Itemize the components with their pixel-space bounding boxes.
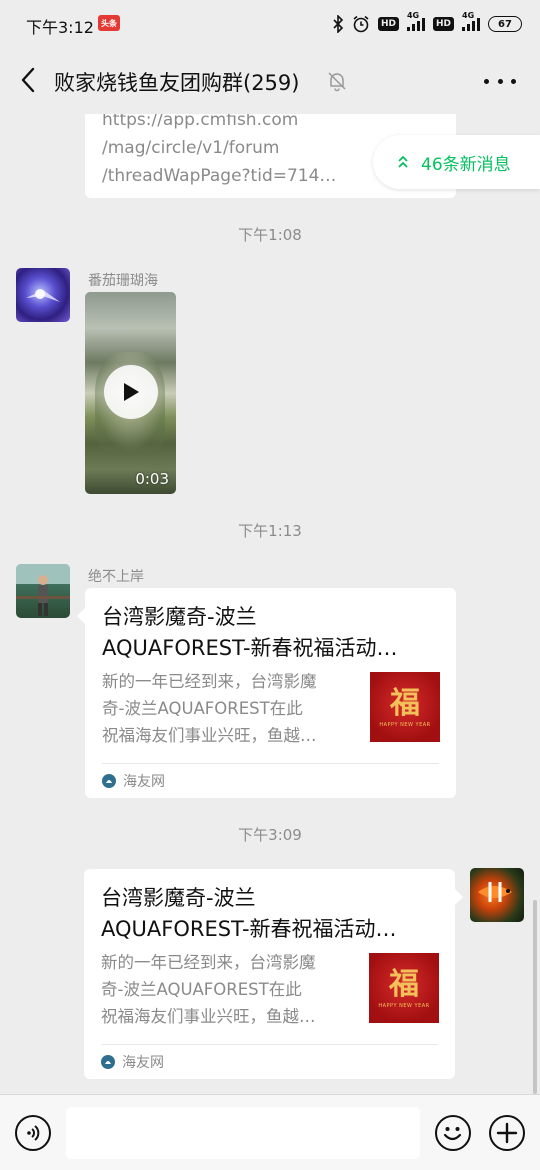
card-description: 新的一年已经到来，台湾影魔 奇-波兰AQUAFOREST在此 祝福海友们事业兴旺… (101, 953, 316, 1026)
divider (102, 763, 439, 764)
link-text: https://app.cmfish.com /mag/circle/v1/fo… (102, 114, 337, 186)
thumbnail-subtext: HAPPY NEW YEAR (379, 722, 431, 728)
voice-input-button[interactable] (15, 1115, 51, 1151)
back-arrow-icon (21, 67, 35, 93)
source-name: 海友网 (123, 774, 165, 790)
message-input[interactable] (66, 1107, 420, 1159)
avatar[interactable] (16, 564, 70, 618)
more-options-button[interactable] (484, 70, 516, 92)
dot (497, 78, 503, 84)
thumbnail-subtext: HAPPY NEW YEAR (378, 1003, 430, 1009)
alarm-icon (352, 15, 370, 33)
status-time: 下午3:12 (26, 18, 94, 37)
avatar[interactable] (470, 868, 524, 922)
emoji-button[interactable] (435, 1115, 471, 1151)
source-logo-icon (101, 1055, 115, 1069)
thumbnail-text: 福 (390, 686, 420, 721)
voice-wave-icon (27, 1125, 40, 1141)
chat-message-list[interactable]: https://app.cmfish.com /mag/circle/v1/fo… (0, 114, 540, 1094)
more-functions-button[interactable] (489, 1115, 525, 1151)
sender-name: 番茄珊瑚海 (88, 273, 158, 289)
battery-icon: 67 (488, 16, 522, 32)
chat-header: 败家烧钱鱼友团购群(259) (0, 48, 540, 114)
new-messages-button[interactable]: 46条新消息 (373, 135, 540, 189)
signal-icon-2: 4G (462, 11, 480, 31)
article-card[interactable]: 台湾影魔奇-波兰 AQUAFOREST-新春祝福活动… 新的一年已经到来，台湾影… (77, 588, 456, 798)
card-thumbnail: 福 HAPPY NEW YEAR (370, 672, 440, 742)
back-button[interactable] (14, 66, 42, 94)
bubble-tail (77, 608, 85, 624)
card-title: 台湾影魔奇-波兰 AQUAFOREST-新春祝福活动… (102, 605, 398, 660)
avatar[interactable] (16, 268, 70, 322)
card-source: 海友网 (102, 771, 165, 791)
hd-icon-2: HD (432, 17, 454, 31)
chat-title: 败家烧钱鱼友团购群(259) (54, 71, 300, 95)
app-notification-badge: 头条 (98, 15, 120, 31)
source-name: 海友网 (122, 1055, 164, 1071)
status-bar: 下午3:12 头条 HD 4G HD 4G 67 (0, 0, 540, 48)
card-thumbnail: 福 HAPPY NEW YEAR (369, 953, 439, 1023)
thumbnail-text: 福 (389, 967, 419, 1002)
status-icons: HD 4G HD 4G 67 (332, 11, 522, 36)
source-logo-icon (102, 774, 116, 788)
network-type: 4G (406, 11, 420, 20)
plus-icon (496, 1122, 518, 1144)
mute-bell-icon (326, 70, 348, 92)
hd-icon: HD (377, 17, 399, 31)
signal-icon: 4G (406, 11, 425, 31)
bubble-tail (455, 889, 463, 905)
new-messages-label: 46条新消息 (421, 154, 511, 175)
time-divider: 下午3:09 (238, 826, 302, 844)
dot (484, 78, 489, 84)
card-source: 海友网 (101, 1052, 164, 1072)
input-bar (0, 1094, 540, 1170)
time-divider: 下午1:13 (238, 522, 302, 540)
network-type-2: 4G (462, 11, 475, 20)
article-card[interactable]: 台湾影魔奇-波兰 AQUAFOREST-新春祝福活动… 新的一年已经到来，台湾影… (84, 869, 463, 1079)
divider (101, 1044, 438, 1045)
video-duration: 0:03 (135, 470, 169, 488)
card-description: 新的一年已经到来，台湾影魔 奇-波兰AQUAFOREST在此 祝福海友们事业兴旺… (102, 672, 317, 745)
scrollbar[interactable] (533, 900, 537, 1094)
smiley-icon (443, 1127, 462, 1141)
time-divider: 下午1:08 (238, 226, 302, 244)
bluetooth-icon (332, 15, 344, 33)
play-button[interactable] (104, 365, 158, 419)
dot (511, 78, 516, 84)
card-title: 台湾影魔奇-波兰 AQUAFOREST-新春祝福活动… (101, 886, 397, 941)
video-message[interactable]: 0:03 (85, 292, 176, 494)
sender-name: 绝不上岸 (88, 569, 144, 585)
double-chevron-up-icon (397, 155, 409, 169)
play-icon (124, 383, 139, 401)
